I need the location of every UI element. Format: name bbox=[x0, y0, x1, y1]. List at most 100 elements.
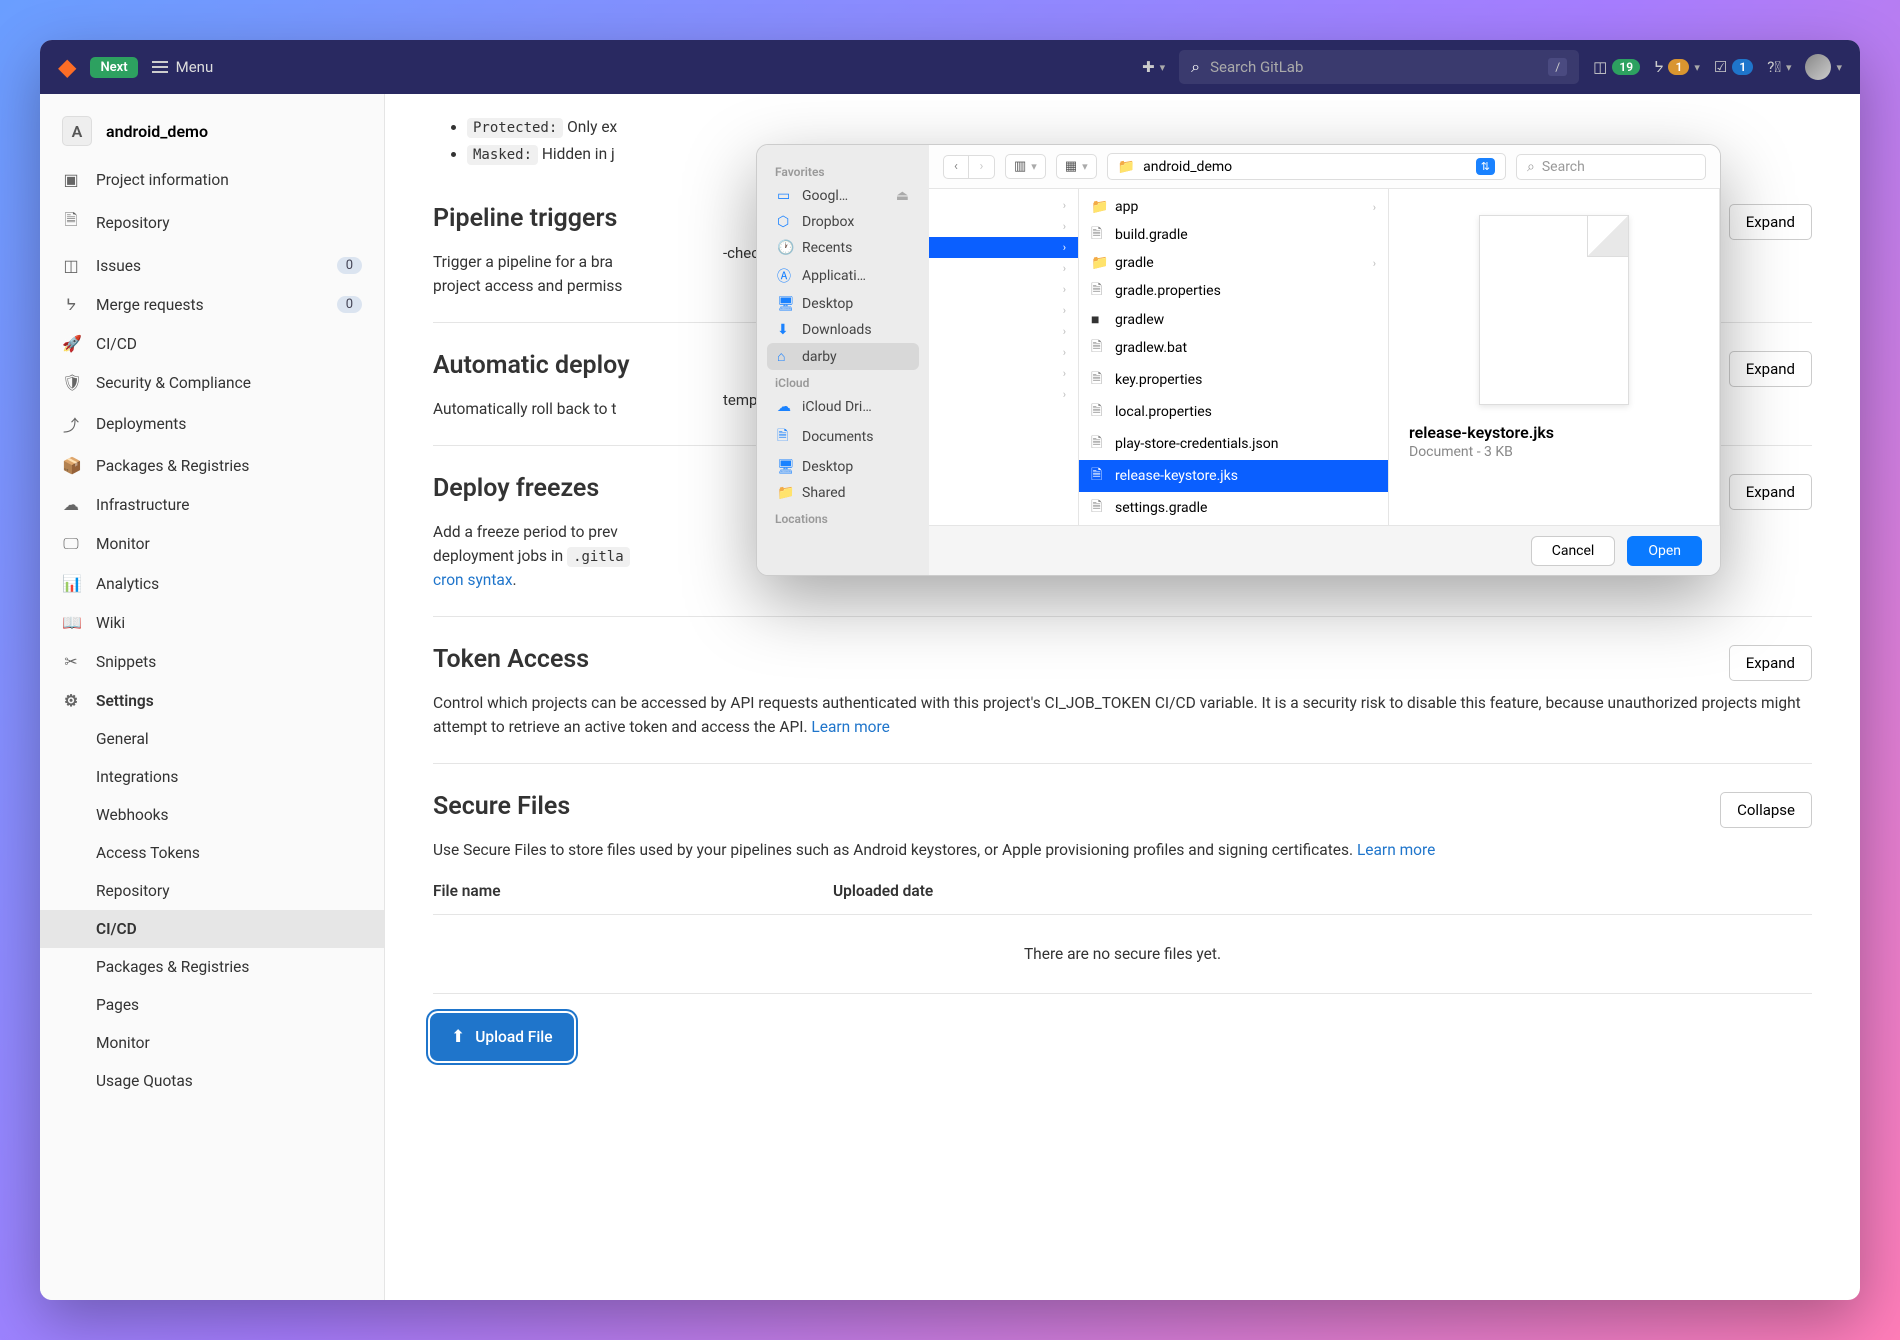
folder-row[interactable]: › bbox=[929, 300, 1078, 321]
expand-button[interactable]: Expand bbox=[1729, 351, 1812, 387]
project-header[interactable]: A android_demo bbox=[40, 106, 384, 160]
user-menu[interactable]: ▾ bbox=[1805, 54, 1842, 80]
path-selector[interactable]: 📁android_demo⇅ bbox=[1107, 153, 1506, 180]
issues-indicator[interactable]: ◫19 bbox=[1593, 58, 1640, 76]
subnav-webhooks[interactable]: Webhooks bbox=[40, 796, 384, 834]
file-row-local[interactable]: 🗎local.properties bbox=[1079, 396, 1388, 428]
file-row-gradlew[interactable]: ■gradlew bbox=[1079, 307, 1388, 332]
expand-button[interactable]: Expand bbox=[1729, 474, 1812, 510]
dialog-main: ‹› ▥▾ ▦▾ 📁android_demo⇅ ⌕Search › › › › … bbox=[929, 145, 1720, 575]
sb-google[interactable]: ▭Googl…⏏ bbox=[767, 183, 919, 209]
view-group-button[interactable]: ▦▾ bbox=[1056, 154, 1097, 179]
folder-row[interactable]: › bbox=[929, 363, 1078, 384]
subnav-tokens[interactable]: Access Tokens bbox=[40, 834, 384, 872]
subnav-pages[interactable]: Pages bbox=[40, 986, 384, 1024]
section-title: Pipeline triggers bbox=[433, 204, 617, 233]
folder-row[interactable]: › bbox=[929, 195, 1078, 216]
nav-repository[interactable]: 🗎Repository bbox=[40, 199, 384, 246]
section-body: Control which projects can be accessed b… bbox=[433, 691, 1812, 739]
nav-project-info[interactable]: ▣Project information bbox=[40, 160, 384, 199]
folder-row-selected[interactable]: › bbox=[929, 237, 1078, 258]
forward-button[interactable]: › bbox=[969, 155, 995, 179]
file-row-key[interactable]: 🗎key.properties bbox=[1079, 364, 1388, 396]
dialog-footer: Cancel Open bbox=[929, 525, 1720, 575]
subnav-cicd[interactable]: CI/CD bbox=[40, 910, 384, 948]
upload-label: Upload File bbox=[475, 1028, 552, 1046]
file-row-build[interactable]: 🗎build.gradle bbox=[1079, 219, 1388, 251]
search-input[interactable] bbox=[1210, 58, 1538, 76]
nav-packages[interactable]: 📦Packages & Registries bbox=[40, 446, 384, 485]
expand-button[interactable]: Expand bbox=[1729, 204, 1812, 240]
subnav-monitor[interactable]: Monitor bbox=[40, 1024, 384, 1062]
cron-syntax-link[interactable]: cron syntax bbox=[433, 571, 513, 589]
file-row-gradle[interactable]: 📁gradle› bbox=[1079, 251, 1388, 275]
topbar-right: ✚▾ ⌕ / ◫19 ᔭ1▾ ☑1 ?⃝▾ ▾ bbox=[1142, 50, 1842, 84]
subnav-packages[interactable]: Packages & Registries bbox=[40, 948, 384, 986]
folder-row[interactable]: › bbox=[929, 321, 1078, 342]
nav-snippets[interactable]: ✂Snippets bbox=[40, 642, 384, 681]
nav-infrastructure[interactable]: ☁Infrastructure bbox=[40, 485, 384, 524]
sb-shared[interactable]: 📁Shared bbox=[767, 480, 919, 506]
nav-wiki[interactable]: 📖Wiki bbox=[40, 603, 384, 642]
eject-icon[interactable]: ⏏ bbox=[896, 188, 909, 204]
list-item: Protected: Only ex bbox=[467, 114, 1812, 141]
preview-meta: Document - 3 KB bbox=[1405, 442, 1703, 462]
dialog-search[interactable]: ⌕Search bbox=[1516, 154, 1706, 180]
gitlab-logo-icon[interactable]: ◆ bbox=[58, 53, 76, 81]
expand-button[interactable]: Expand bbox=[1729, 645, 1812, 681]
cancel-button[interactable]: Cancel bbox=[1531, 536, 1616, 566]
sb-icloud[interactable]: ☁iCloud Dri… bbox=[767, 394, 919, 420]
folder-row[interactable]: › bbox=[929, 342, 1078, 363]
menu-label: Menu bbox=[176, 58, 214, 76]
help-button[interactable]: ?⃝▾ bbox=[1767, 58, 1791, 76]
new-button[interactable]: ✚▾ bbox=[1142, 58, 1165, 76]
sb-home[interactable]: ⌂darby bbox=[767, 343, 919, 370]
nav-monitor[interactable]: 🖵Monitor bbox=[40, 524, 384, 564]
folder-row[interactable]: › bbox=[929, 384, 1078, 405]
menu-button[interactable]: Menu bbox=[152, 58, 214, 76]
nav-security[interactable]: 🛡Security & Compliance bbox=[40, 363, 384, 402]
view-columns-button[interactable]: ▥▾ bbox=[1005, 154, 1046, 179]
learn-more-link[interactable]: Learn more bbox=[811, 718, 889, 736]
table-header: File name Uploaded date bbox=[433, 862, 1812, 915]
section-title: Token Access bbox=[433, 645, 589, 674]
learn-more-link[interactable]: Learn more bbox=[1357, 841, 1435, 859]
open-button[interactable]: Open bbox=[1627, 536, 1702, 566]
section-secure-files: Secure FilesCollapse Use Secure Files to… bbox=[433, 764, 1812, 1082]
sb-documents[interactable]: 🗎Documents bbox=[767, 420, 919, 454]
sb-dropbox[interactable]: ⬡Dropbox bbox=[767, 209, 919, 235]
folder-row[interactable]: › bbox=[929, 279, 1078, 300]
folder-row[interactable]: › bbox=[929, 216, 1078, 237]
nav-issues[interactable]: ◫Issues0 bbox=[40, 246, 384, 285]
file-row-bat[interactable]: 🗎gradlew.bat bbox=[1079, 332, 1388, 364]
file-row-settings[interactable]: 🗎settings.gradle bbox=[1079, 492, 1388, 524]
subnav-general[interactable]: General bbox=[40, 720, 384, 758]
sb-desktop[interactable]: 🖥Desktop bbox=[767, 291, 919, 317]
nav-merge-requests[interactable]: ᔭMerge requests0 bbox=[40, 285, 384, 324]
sb-applications[interactable]: ⒶApplicati… bbox=[767, 261, 919, 291]
file-row-app[interactable]: 📁app› bbox=[1079, 195, 1388, 219]
collapse-button[interactable]: Collapse bbox=[1720, 792, 1812, 828]
folder-row[interactable]: › bbox=[929, 258, 1078, 279]
subnav-usage[interactable]: Usage Quotas bbox=[40, 1062, 384, 1100]
file-row-release[interactable]: 🗎release-keystore.jks bbox=[1079, 460, 1388, 492]
deploy-icon: ⤴ bbox=[62, 412, 80, 436]
merge-icon: ᔭ bbox=[1654, 58, 1663, 76]
sb-desktop2[interactable]: 🖥Desktop bbox=[767, 454, 919, 480]
nav-cicd[interactable]: 🚀CI/CD bbox=[40, 324, 384, 363]
upload-file-button[interactable]: ⬆Upload File bbox=[433, 1016, 571, 1058]
nav-settings[interactable]: ⚙Settings bbox=[40, 681, 384, 720]
file-row-props[interactable]: 🗎gradle.properties bbox=[1079, 275, 1388, 307]
todo-indicator[interactable]: ☑1 bbox=[1714, 58, 1753, 76]
subnav-repository[interactable]: Repository bbox=[40, 872, 384, 910]
sb-downloads[interactable]: ⬇Downloads bbox=[767, 317, 919, 343]
back-button[interactable]: ‹ bbox=[943, 155, 969, 179]
nav-deployments[interactable]: ⤴Deployments bbox=[40, 402, 384, 446]
file-row-play[interactable]: 🗎play-store-credentials.json bbox=[1079, 428, 1388, 460]
mr-indicator[interactable]: ᔭ1▾ bbox=[1654, 58, 1700, 76]
nav-analytics[interactable]: 📊Analytics bbox=[40, 564, 384, 603]
subnav-integrations[interactable]: Integrations bbox=[40, 758, 384, 796]
masked-label: Masked: bbox=[467, 145, 538, 165]
search-box[interactable]: ⌕ / bbox=[1179, 50, 1579, 84]
sb-recents[interactable]: 🕐Recents bbox=[767, 235, 919, 261]
